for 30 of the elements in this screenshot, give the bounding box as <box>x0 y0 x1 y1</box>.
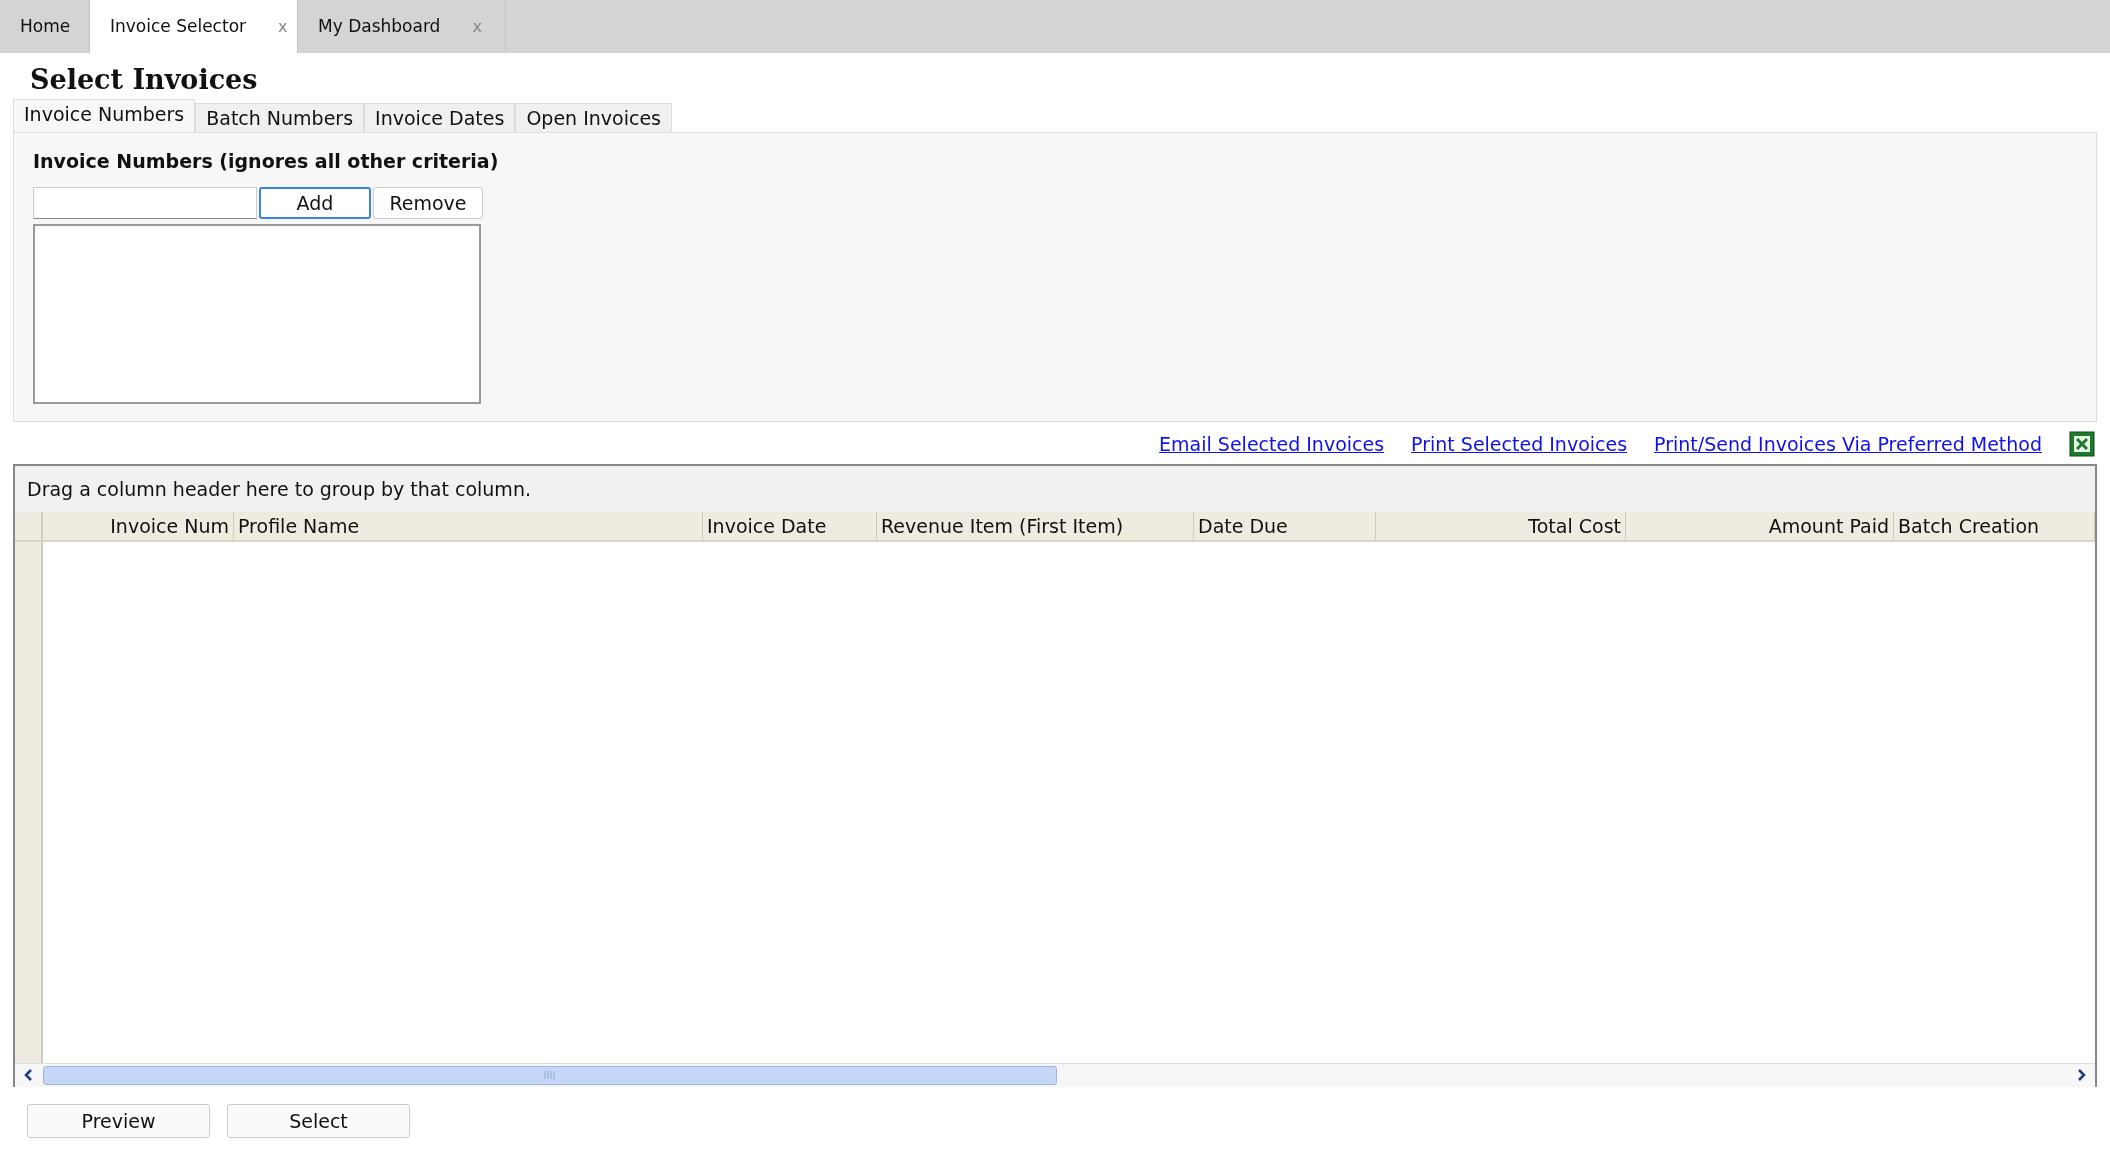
action-link[interactable]: Print/Send Invoices Via Preferred Method <box>1654 429 2042 458</box>
column-header[interactable]: Batch Creation <box>1894 511 2095 540</box>
footer-button[interactable]: Preview <box>27 1103 210 1138</box>
grip-icon <box>544 1071 556 1080</box>
spreadsheet-export-icon[interactable] <box>2069 430 2095 457</box>
invoice-number-field[interactable] <box>33 187 257 220</box>
action-link[interactable]: Print Selected Invoices <box>1411 429 1628 458</box>
criteria-tab[interactable]: Invoice Numbers <box>13 98 196 132</box>
add-button[interactable]: Add <box>259 187 371 220</box>
column-header[interactable]: Invoice Date <box>703 511 877 540</box>
footer-button[interactable]: Select <box>227 1103 410 1138</box>
invoice-number-list[interactable] <box>33 224 481 405</box>
section-heading: Invoice Numbers (ignores all other criteria) <box>33 148 499 174</box>
action-link[interactable]: Email Selected Invoices <box>1159 429 1385 458</box>
column-header[interactable]: Date Due <box>1194 511 1376 540</box>
criteria-tab[interactable]: Invoice Dates <box>364 102 516 132</box>
page-title: Select Invoices <box>30 63 258 97</box>
remove-button[interactable]: Remove <box>373 187 483 220</box>
group-by-hint: Drag a column header here to group by that column. <box>27 476 531 502</box>
horizontal-scrollbar[interactable] <box>15 1062 2095 1087</box>
column-header[interactable]: Total Cost <box>1376 511 1626 540</box>
scrollbar-thumb[interactable] <box>43 1065 1057 1085</box>
column-header[interactable]: Invoice Num <box>43 511 234 540</box>
criteria-tab[interactable]: Batch Numbers <box>195 102 365 132</box>
app-tab[interactable]: Invoice Selector x <box>90 0 298 53</box>
column-header[interactable]: Profile Name <box>234 511 703 540</box>
criteria-tab[interactable]: Open Invoices <box>515 102 672 132</box>
close-icon[interactable]: x <box>278 14 288 39</box>
column-header[interactable]: Revenue Item (First Item) <box>877 511 1194 540</box>
column-header[interactable]: Amount Paid <box>1626 511 1894 540</box>
